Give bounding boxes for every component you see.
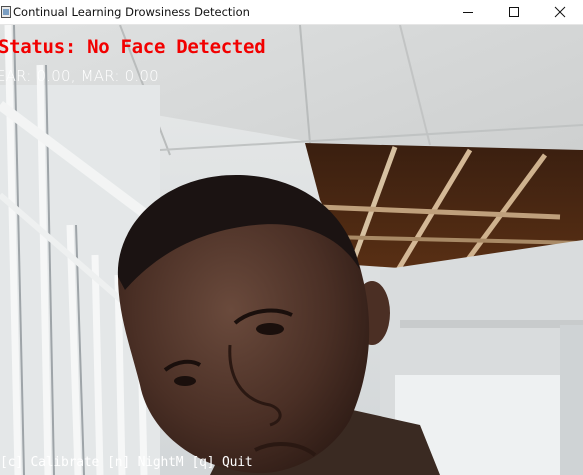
camera-frame-image	[0, 25, 583, 475]
help-nightmode: [n] NightM	[107, 455, 184, 470]
title-bar[interactable]: Continual Learning Drowsiness Detection	[0, 0, 583, 25]
minimize-button[interactable]	[445, 0, 491, 25]
help-quit: [q] Quit	[191, 455, 253, 470]
help-calibrate: [c] Calibrate	[0, 455, 100, 470]
keyboard-help: [c] Calibrate [n] NightM [q] Quit	[0, 455, 260, 470]
camera-feed: Status: No Face Detected EAR: 0.00, MAR:…	[0, 25, 583, 475]
metrics-readout: EAR: 0.00, MAR: 0.00	[0, 67, 159, 85]
close-button[interactable]	[537, 0, 583, 25]
close-icon	[554, 6, 566, 18]
app-window-icon	[1, 6, 11, 18]
status-text: Status: No Face Detected	[0, 36, 266, 58]
window-controls	[445, 0, 583, 25]
minimize-icon	[463, 12, 473, 13]
window-title: Continual Learning Drowsiness Detection	[13, 5, 250, 19]
maximize-button[interactable]	[491, 0, 537, 25]
maximize-icon	[509, 7, 519, 17]
